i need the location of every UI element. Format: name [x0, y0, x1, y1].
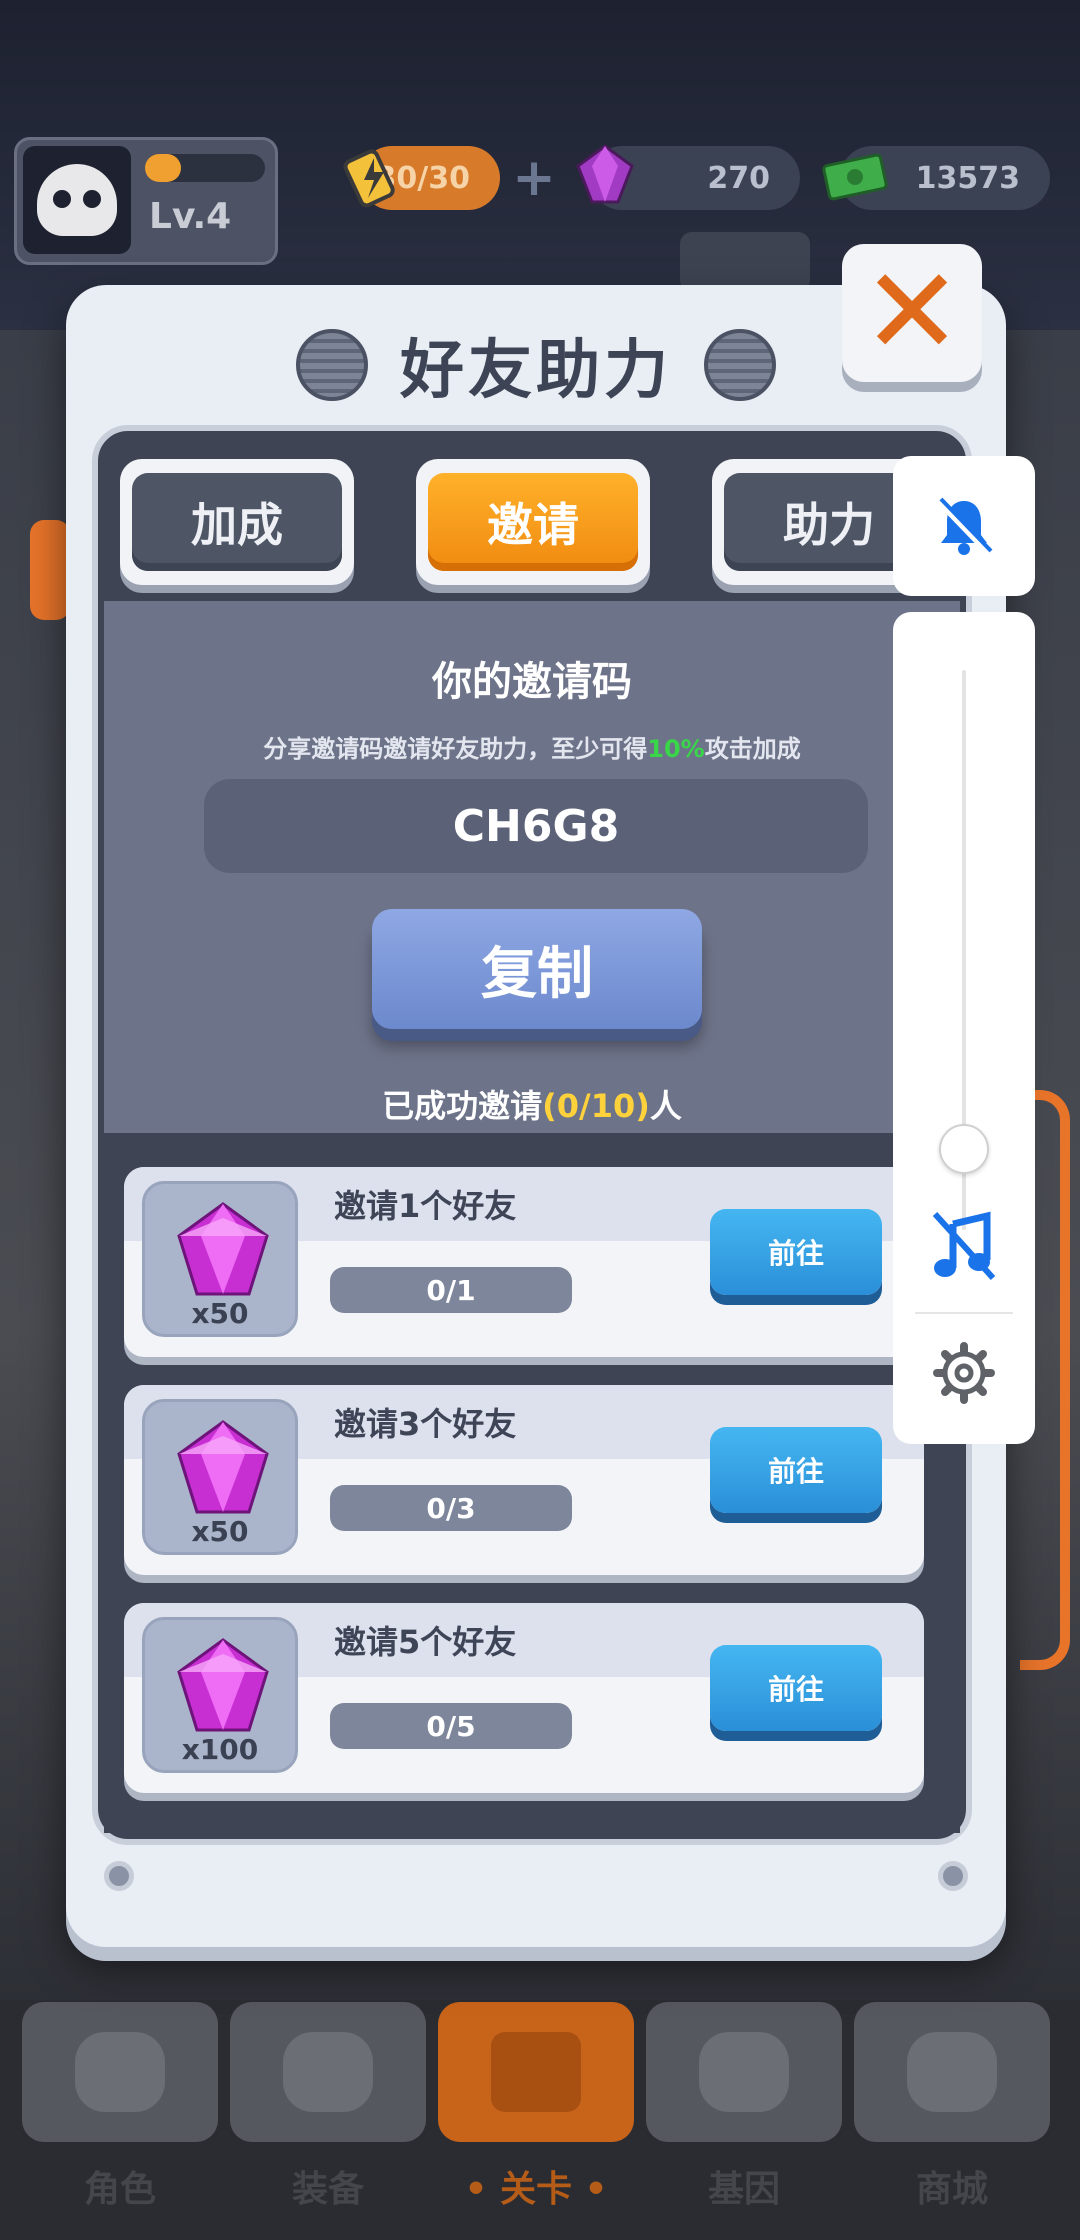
task-item: x50 邀请3个好友 0/3 前往: [124, 1385, 924, 1575]
nav-tab-4[interactable]: [854, 2002, 1050, 2142]
bell-off-icon: [936, 497, 993, 556]
task-progress: 0/1: [330, 1267, 572, 1313]
task-progress: 0/5: [330, 1703, 572, 1749]
task-item: x50 邀请1个好友 0/1 前往: [124, 1167, 924, 1357]
gem-value: 270: [707, 160, 770, 196]
reward-slot: x50: [142, 1181, 298, 1337]
task-progress: 0/3: [330, 1485, 572, 1531]
gem-icon: [177, 1202, 269, 1296]
nav-tab-label: 商城: [915, 2169, 988, 2210]
nav-tab-label: • 关卡 •: [464, 2169, 608, 2210]
gem-icon: [576, 144, 634, 204]
map-pin-icon: [491, 2032, 581, 2112]
cash-value: 13573: [915, 160, 1020, 196]
nav-tab-2[interactable]: [438, 2002, 634, 2142]
reward-slot: x50: [142, 1399, 298, 1555]
tab-bonus[interactable]: 加成: [120, 459, 354, 585]
go-button[interactable]: 前往: [710, 1427, 882, 1513]
gun-icon: [283, 2032, 373, 2112]
background-side-tab: [30, 520, 70, 620]
reward-quantity: x50: [191, 1515, 249, 1548]
close-icon: ✕: [861, 243, 963, 382]
invite-description: 分享邀请码邀请好友助力，至少可得10%攻击加成: [104, 729, 960, 764]
invite-code-heading: 你的邀请码: [432, 659, 632, 705]
divider: [915, 1312, 1013, 1314]
reward-quantity: x100: [181, 1733, 259, 1766]
desc-text-end: 攻击加成: [704, 735, 801, 763]
hexagon-icon: [699, 2032, 789, 2112]
tab-label: 加成: [132, 473, 342, 571]
notification-mute-button[interactable]: [893, 456, 1035, 596]
tab-label: 邀请: [428, 473, 638, 571]
nav-tab-label: 基因: [707, 2169, 780, 2210]
go-button[interactable]: 前往: [710, 1645, 882, 1731]
nav-tab-label: 角色: [83, 2169, 156, 2210]
gem-icon: [177, 1638, 269, 1732]
bonus-percent: 10%: [647, 735, 705, 763]
cash-icon: [822, 153, 888, 201]
decorative-screw-icon: [938, 1861, 968, 1891]
skull-icon: [37, 164, 117, 236]
invited-number: (0/10): [542, 1087, 650, 1125]
decorative-bolt-icon: [296, 329, 368, 401]
energy-counter: 30/30: [343, 146, 500, 210]
task-title: 邀请3个好友: [334, 1405, 517, 1443]
nav-tab-1[interactable]: [230, 2002, 426, 2142]
gem-counter: 270: [576, 144, 800, 210]
close-button[interactable]: ✕: [842, 244, 982, 382]
task-item: x100 邀请5个好友 0/5 前往: [124, 1603, 924, 1793]
reward-quantity: x50: [191, 1297, 249, 1330]
invited-text: 已成功邀请: [382, 1087, 543, 1125]
task-title: 邀请1个好友: [334, 1187, 517, 1225]
avatar: [23, 146, 131, 254]
go-button[interactable]: 前往: [710, 1209, 882, 1295]
dialog-content: 加成 邀请 助力 你的邀请码 分享邀请码邀请好友助力，至少可得10%攻击加成 C…: [92, 425, 972, 1845]
copy-button[interactable]: 复制: [372, 909, 702, 1029]
friend-assist-dialog: 好友助力 加成 邀请 助力 你的邀请码 分享邀请码邀请好友助力，至少可得10%攻…: [66, 285, 1006, 1947]
nav-tab-3[interactable]: [646, 2002, 842, 2142]
music-off-icon[interactable]: [929, 1208, 999, 1284]
volume-panel: [893, 612, 1035, 1444]
invite-code-field[interactable]: CH6G8: [204, 779, 868, 873]
invited-unit: 人: [649, 1087, 682, 1125]
background-event-button: [680, 232, 810, 292]
invite-task-list: x50 邀请1个好友 0/1 前往 x50 邀请3个好友 0/3 前往 x100…: [104, 1133, 960, 1833]
player-card[interactable]: Lv.4: [14, 137, 278, 265]
cash-counter: 13573: [822, 146, 1050, 210]
desc-text: 分享邀请码邀请好友助力，至少可得: [263, 735, 648, 763]
volume-slider-thumb[interactable]: [939, 1124, 989, 1174]
decorative-screw-icon: [104, 1861, 134, 1891]
invite-panel: 你的邀请码 分享邀请码邀请好友助力，至少可得10%攻击加成 CH6G8 复制 已…: [104, 601, 960, 1133]
invited-count: 已成功邀请(0/10)人: [104, 1081, 960, 1127]
tab-invite[interactable]: 邀请: [416, 459, 650, 585]
shop-icon: [907, 2032, 997, 2112]
add-energy-button[interactable]: +: [506, 150, 562, 206]
gear-icon[interactable]: [933, 1342, 995, 1404]
decorative-bolt-icon: [704, 329, 776, 401]
skull-icon: [75, 2032, 165, 2112]
xp-bar-fill: [145, 154, 181, 182]
gem-icon: [177, 1420, 269, 1514]
nav-tab-0[interactable]: [22, 2002, 218, 2142]
dialog-title: 好友助力: [400, 334, 672, 408]
player-level: Lv.4: [149, 196, 232, 237]
xp-bar: [145, 154, 265, 182]
task-title: 邀请5个好友: [334, 1623, 517, 1661]
battery-icon: [343, 149, 395, 208]
reward-slot: x100: [142, 1617, 298, 1773]
nav-tab-label: 装备: [291, 2169, 364, 2210]
